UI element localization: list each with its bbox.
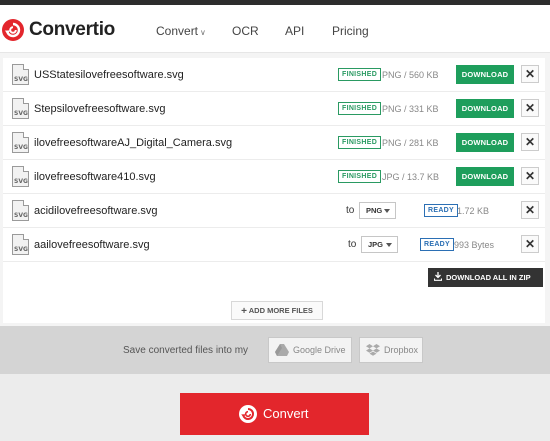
svg-file-icon: SVG <box>12 98 29 119</box>
logo-text: Convertio <box>29 19 115 40</box>
file-row: SVG aailovefreesoftware.svg to JPG READY… <box>3 228 545 262</box>
remove-file-button[interactable]: ✕ <box>521 99 539 117</box>
convert-icon <box>239 405 257 423</box>
status-badge: FINISHED <box>338 136 382 149</box>
nav-pricing[interactable]: Pricing <box>332 24 369 38</box>
dropbox-label: Dropbox <box>384 345 419 355</box>
convert-label: Convert <box>263 406 309 421</box>
svg-file-icon: SVG <box>12 64 29 85</box>
file-row: SVG ilovefreesoftwareAJ_Digital_Camera.s… <box>3 126 545 160</box>
file-name: ilovefreesoftwareAJ_Digital_Camera.svg <box>34 137 233 149</box>
format-select[interactable]: PNG <box>359 202 396 219</box>
svg-file-icon: SVG <box>12 166 29 187</box>
file-output-info: PNG / 281 KB <box>382 138 439 148</box>
close-icon: ✕ <box>524 135 536 149</box>
google-drive-label: Google Drive <box>293 345 346 355</box>
logo[interactable]: Convertio <box>2 19 115 41</box>
close-icon: ✕ <box>524 67 536 81</box>
dropbox-button[interactable]: Dropbox <box>359 337 423 363</box>
status-badge: READY <box>424 204 459 217</box>
nav-api[interactable]: API <box>285 24 304 38</box>
file-type-label: SVG <box>14 76 28 83</box>
nav-convert[interactable]: Convert ∨ <box>156 24 206 38</box>
remove-file-button[interactable]: ✕ <box>521 133 539 151</box>
file-row: SVG USStatesilovefreesoftware.svg FINISH… <box>3 58 545 92</box>
file-type-label: SVG <box>14 178 28 185</box>
file-output-info: PNG / 560 KB <box>382 70 439 80</box>
close-icon: ✕ <box>524 203 536 217</box>
format-select[interactable]: JPG <box>361 236 398 253</box>
to-label: to <box>348 239 357 250</box>
file-type-label: SVG <box>14 144 28 151</box>
status-badge: FINISHED <box>338 68 382 81</box>
file-output-info: PNG / 331 KB <box>382 104 439 114</box>
file-size: 1.72 KB <box>457 206 490 216</box>
format-select-value: JPG <box>368 240 384 249</box>
download-button[interactable]: DOWNLOAD <box>456 133 514 152</box>
dropbox-icon <box>366 344 380 356</box>
download-all-zip-button[interactable]: DOWNLOAD ALL IN ZIP <box>428 268 543 287</box>
status-badge: FINISHED <box>338 170 382 183</box>
close-icon: ✕ <box>524 169 536 183</box>
file-row: SVG acidilovefreesoftware.svg to PNG REA… <box>3 194 545 228</box>
file-name: aailovefreesoftware.svg <box>34 239 150 251</box>
caret-down-icon <box>384 209 390 213</box>
save-label: Save converted files into my <box>123 345 249 356</box>
google-drive-button[interactable]: Google Drive <box>268 337 352 363</box>
download-button[interactable]: DOWNLOAD <box>456 65 514 84</box>
remove-file-button[interactable]: ✕ <box>521 201 539 219</box>
file-list-panel: SVG USStatesilovefreesoftware.svg FINISH… <box>3 58 545 323</box>
site-header: Convertio Convert ∨ OCR API Pricing <box>0 5 550 53</box>
file-name: USStatesilovefreesoftware.svg <box>34 69 184 81</box>
file-output-info: JPG / 13.7 KB <box>382 172 440 182</box>
add-more-label: ADD MORE FILES <box>248 306 313 315</box>
add-more-files-button[interactable]: + ADD MORE FILES <box>231 301 323 320</box>
download-all-label: DOWNLOAD ALL IN ZIP <box>446 273 531 282</box>
format-select-value: PNG <box>366 206 383 215</box>
file-row: SVG ilovefreesoftware410.svg FINISHED JP… <box>3 160 545 194</box>
caret-down-icon <box>386 243 392 247</box>
status-badge: FINISHED <box>338 102 382 115</box>
download-button[interactable]: DOWNLOAD <box>456 167 514 186</box>
chevron-down-icon: ∨ <box>200 28 206 37</box>
status-badge: READY <box>420 238 455 251</box>
plus-icon: + <box>241 306 247 317</box>
file-type-label: SVG <box>14 246 28 253</box>
convert-button[interactable]: Convert <box>180 393 369 435</box>
close-icon: ✕ <box>524 237 536 251</box>
google-drive-icon <box>275 344 289 356</box>
file-name: Stepsilovefreesoftware.svg <box>34 103 166 115</box>
nav-convert-label: Convert <box>156 24 199 38</box>
svg-file-icon: SVG <box>12 200 29 221</box>
remove-file-button[interactable]: ✕ <box>521 65 539 83</box>
file-type-label: SVG <box>14 212 28 219</box>
file-row: SVG Stepsilovefreesoftware.svg FINISHED … <box>3 92 545 126</box>
save-to-cloud-bar: Save converted files into my Google Driv… <box>0 326 550 374</box>
close-icon: ✕ <box>524 101 536 115</box>
file-type-label: SVG <box>14 110 28 117</box>
remove-file-button[interactable]: ✕ <box>521 167 539 185</box>
svg-file-icon: SVG <box>12 234 29 255</box>
file-name: acidilovefreesoftware.svg <box>34 205 158 217</box>
convertio-logo-icon <box>2 19 24 41</box>
to-label: to <box>346 205 355 216</box>
svg-file-icon: SVG <box>12 132 29 153</box>
download-icon <box>434 272 442 281</box>
download-button[interactable]: DOWNLOAD <box>456 99 514 118</box>
file-name: ilovefreesoftware410.svg <box>34 171 156 183</box>
file-size: 993 Bytes <box>454 240 495 250</box>
remove-file-button[interactable]: ✕ <box>521 235 539 253</box>
nav-ocr[interactable]: OCR <box>232 24 259 38</box>
